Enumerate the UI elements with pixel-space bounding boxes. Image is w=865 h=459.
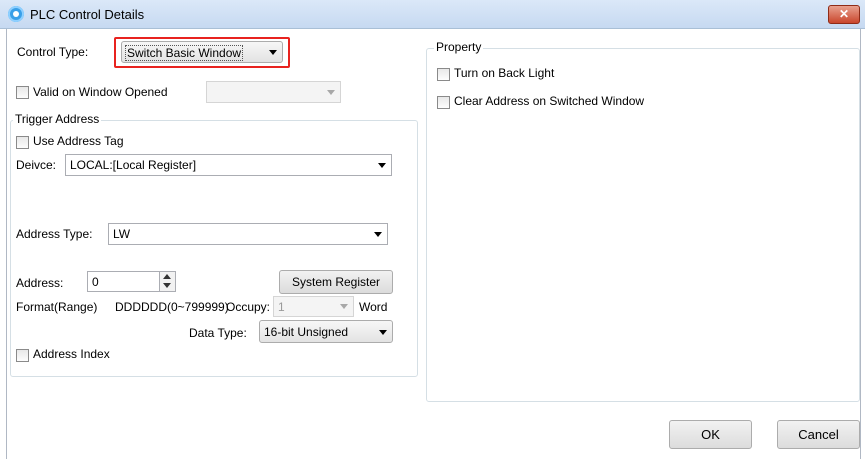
chevron-down-icon (374, 232, 382, 237)
device-value: LOCAL:[Local Register] (70, 158, 197, 172)
chevron-down-icon (378, 163, 386, 168)
address-type-label: Address Type: (16, 227, 93, 241)
close-button[interactable]: ✕ (828, 5, 860, 24)
data-type-combo[interactable]: 16-bit Unsigned (259, 320, 393, 343)
address-index-label: Address Index (33, 347, 110, 361)
system-register-button[interactable]: System Register (279, 270, 393, 294)
chevron-down-icon (379, 330, 387, 335)
occupy-combo[interactable]: 1 (273, 296, 354, 317)
control-type-label: Control Type: (17, 45, 89, 59)
device-label: Deivce: (16, 158, 57, 172)
address-input[interactable]: 0 (87, 271, 176, 292)
turn-on-back-light-label: Turn on Back Light (454, 66, 555, 80)
format-value: DDDDDD(0~799999) (115, 300, 229, 314)
address-spinner[interactable] (159, 272, 175, 291)
ok-button[interactable]: OK (669, 420, 752, 449)
address-index-checkbox[interactable] (16, 349, 29, 362)
valid-on-window-opened-checkbox[interactable] (16, 86, 29, 99)
app-icon (8, 6, 24, 22)
chevron-down-icon (269, 50, 277, 55)
address-label: Address: (16, 276, 64, 290)
valid-on-window-opened-label: Valid on Window Opened (33, 85, 168, 99)
window-title: PLC Control Details (30, 7, 145, 22)
cancel-button[interactable]: Cancel (777, 420, 860, 449)
trigger-address-title: Trigger Address (13, 112, 102, 126)
use-address-tag-label: Use Address Tag (33, 134, 124, 148)
address-type-value: LW (113, 227, 131, 241)
turn-on-back-light-checkbox[interactable] (437, 68, 450, 81)
device-combo[interactable]: LOCAL:[Local Register] (65, 154, 392, 176)
window-select-combo[interactable] (206, 81, 341, 103)
address-type-combo[interactable]: LW (108, 223, 388, 245)
data-type-label: Data Type: (189, 326, 247, 340)
use-address-tag-checkbox[interactable] (16, 136, 29, 149)
control-type-value: Switch Basic Window (124, 45, 244, 61)
chevron-down-icon (327, 90, 335, 95)
spin-down-icon[interactable] (163, 283, 171, 288)
control-type-combo[interactable]: Switch Basic Window (121, 41, 283, 63)
occupy-value: 1 (278, 300, 285, 314)
occupy-label: Occupy: (226, 300, 271, 314)
format-label: Format(Range) (16, 300, 98, 314)
property-title: Property (434, 40, 484, 54)
data-type-value: 16-bit Unsigned (264, 325, 349, 339)
chevron-down-icon (340, 304, 348, 309)
word-label: Word (359, 300, 388, 314)
clear-address-checkbox[interactable] (437, 96, 450, 109)
title-bar: PLC Control Details ✕ (0, 0, 865, 29)
address-value: 0 (92, 275, 99, 289)
clear-address-label: Clear Address on Switched Window (454, 94, 645, 108)
spin-up-icon[interactable] (163, 274, 171, 279)
